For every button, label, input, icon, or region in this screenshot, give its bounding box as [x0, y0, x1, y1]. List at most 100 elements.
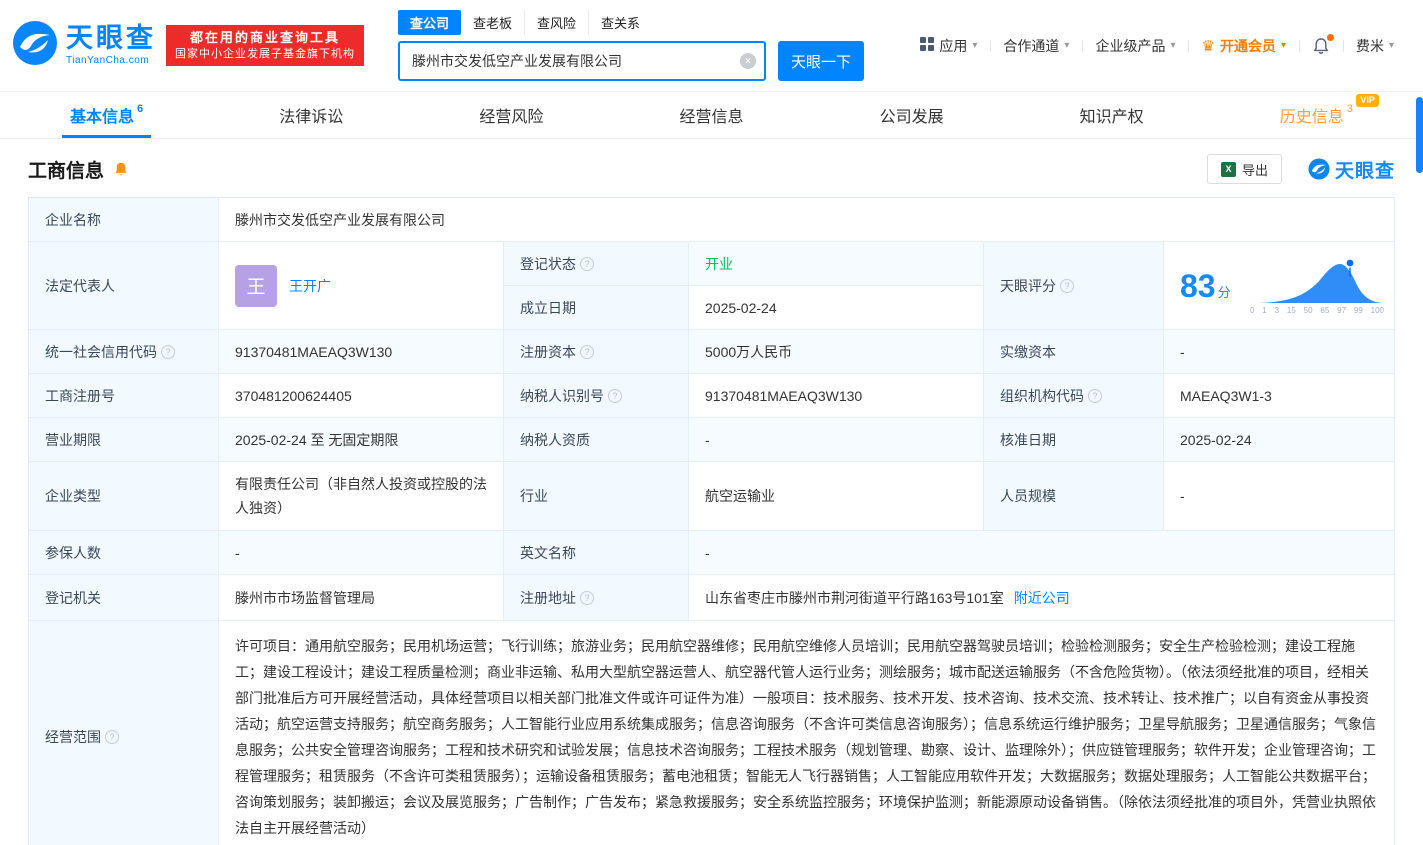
- field-value-uscc: 91370481MAEAQ3W130: [219, 330, 504, 374]
- search-tab-relation[interactable]: 查关系: [588, 10, 652, 35]
- tab-operating-risk-label: 经营风险: [479, 109, 544, 126]
- score-unit: 分: [1217, 284, 1231, 300]
- tab-history-info[interactable]: 历史信息 3 VIP: [1268, 92, 1379, 138]
- nearby-companies-link[interactable]: 附近公司: [1014, 588, 1070, 608]
- menu-open-membership[interactable]: ♛ 开通会员 ▾: [1188, 36, 1298, 56]
- tab-operating-info-label: 经营信息: [679, 109, 744, 126]
- field-value-taxpayer-quality: -: [689, 418, 984, 462]
- export-button[interactable]: X 导出: [1206, 154, 1282, 184]
- chevron-down-icon: ▾: [1280, 40, 1286, 51]
- subscribe-bell-icon[interactable]: [113, 161, 129, 177]
- table-row: 参保人数 - 英文名称 -: [29, 531, 1395, 575]
- tab-company-development[interactable]: 公司发展: [868, 92, 956, 138]
- field-label-reg-status: 登记状态 ?: [504, 242, 689, 286]
- tab-legal-proceedings[interactable]: 法律诉讼: [267, 92, 355, 138]
- field-value-term: 2025-02-24 至 无固定期限: [219, 418, 504, 462]
- table-row: 登记机关 滕州市市场监督管理局 注册地址 ? 山东省枣庄市滕州市荆河街道平行路1…: [29, 575, 1395, 621]
- clear-search-icon[interactable]: ✕: [740, 53, 756, 69]
- section-header: 工商信息 X 导出 天眼查: [0, 139, 1423, 195]
- score-distribution-chart: 0 1 3 15 50 85 97 99 100: [1250, 257, 1384, 315]
- table-row: 营业期限 2025-02-24 至 无固定期限 纳税人资质 - 核准日期 202…: [29, 418, 1395, 462]
- help-icon[interactable]: ?: [161, 344, 175, 359]
- help-icon[interactable]: ?: [580, 344, 594, 359]
- promo-badge: 都在用的商业查询工具 国家中小企业发展子基金旗下机构: [166, 25, 364, 66]
- search-tab-boss[interactable]: 查老板: [461, 10, 524, 35]
- help-icon[interactable]: ?: [1088, 388, 1102, 403]
- top-menu: 应用 ▾ 合作通道 ▾ 企业级产品 ▾ ♛ 开通会员 ▾ 费米 ▾: [907, 33, 1407, 56]
- field-value-company-type: 有限责任公司（非自然人投资或控股的法人独资）: [219, 462, 504, 531]
- notifications-button[interactable]: [1299, 33, 1343, 55]
- field-value-business-scope: 许可项目：通用航空服务；民用机场运营；飞行训练；旅游业务；民用航空器维修；民用航…: [219, 621, 1395, 845]
- field-value-taxpayer-id: 91370481MAEAQ3W130: [689, 374, 984, 418]
- field-label-insured-count: 参保人数: [29, 531, 219, 575]
- field-value-reg-no: 370481200624405: [219, 374, 504, 418]
- tab-intellectual-property[interactable]: 知识产权: [1068, 92, 1156, 138]
- search-input[interactable]: [398, 41, 766, 81]
- chevron-down-icon: ▾: [1388, 40, 1394, 51]
- field-value-industry: 航空运输业: [689, 462, 984, 531]
- tab-basic-info-label: 基本信息: [70, 109, 135, 126]
- field-label-company-name: 企业名称: [29, 198, 219, 242]
- username: 费米: [1355, 37, 1384, 54]
- field-label-est-date: 成立日期: [504, 286, 689, 330]
- tab-basic-info[interactable]: 基本信息 6: [58, 92, 155, 138]
- field-value-english-name: -: [689, 531, 1395, 575]
- field-label-term: 营业期限: [29, 418, 219, 462]
- user-menu[interactable]: 费米 ▾: [1343, 36, 1407, 56]
- help-icon[interactable]: ?: [1060, 278, 1074, 293]
- field-label-uscc: 统一社会信用代码 ?: [29, 330, 219, 374]
- table-row: 经营范围 ? 许可项目：通用航空服务；民用机场运营；飞行训练；旅游业务；民用航空…: [29, 621, 1395, 845]
- business-info-table: 企业名称 滕州市交发低空产业发展有限公司 法定代表人 王 王开广 登记状态 ? …: [28, 197, 1395, 845]
- field-label-business-scope: 经营范围 ?: [29, 621, 219, 845]
- notification-dot: [1326, 33, 1334, 41]
- menu-membership-label: 开通会员: [1219, 37, 1276, 54]
- field-value-est-date: 2025-02-24: [689, 286, 984, 330]
- field-label-reg-authority: 登记机关: [29, 575, 219, 621]
- tab-operating-risk[interactable]: 经营风险: [467, 92, 555, 138]
- chevron-down-icon: ▾: [972, 40, 978, 51]
- search-tab-risk[interactable]: 查风险: [524, 10, 588, 35]
- field-value-reg-capital: 5000万人民币: [689, 330, 984, 374]
- search-tab-company[interactable]: 查公司: [398, 10, 462, 35]
- promo-line1: 都在用的商业查询工具: [189, 30, 340, 45]
- help-icon[interactable]: ?: [580, 590, 594, 605]
- help-icon[interactable]: ?: [608, 388, 622, 403]
- field-value-legal-rep: 王 王开广: [219, 242, 504, 330]
- menu-cooperation[interactable]: 合作通道 ▾: [990, 36, 1082, 56]
- tab-operating-info[interactable]: 经营信息: [667, 92, 755, 138]
- tianyancha-logo[interactable]: 天眼查 TianYanCha.com: [12, 20, 156, 71]
- table-row: 统一社会信用代码 ? 91370481MAEAQ3W130 注册资本 ? 500…: [29, 330, 1395, 374]
- score-axis-ticks: 0 1 3 15 50 85 97 99 100: [1250, 305, 1384, 315]
- menu-enterprise-products[interactable]: 企业级产品 ▾: [1082, 36, 1188, 56]
- legal-rep-link[interactable]: 王开广: [289, 276, 331, 296]
- field-value-reg-status: 开业: [689, 242, 984, 286]
- help-icon[interactable]: ?: [105, 730, 119, 744]
- tianyancha-logo-icon: [12, 20, 58, 71]
- tab-company-development-label: 公司发展: [879, 109, 944, 126]
- chevron-down-icon: ▾: [1170, 40, 1176, 51]
- table-row: 企业类型 有限责任公司（非自然人投资或控股的法人独资） 行业 航空运输业 人员规…: [29, 462, 1395, 531]
- table-row: 法定代表人 王 王开广 登记状态 ? 开业 成立日期 2025-02-24 天眼…: [29, 242, 1395, 330]
- field-value-company-name: 滕州市交发低空产业发展有限公司: [219, 198, 1395, 242]
- tab-intellectual-property-label: 知识产权: [1079, 109, 1144, 126]
- help-icon[interactable]: ?: [580, 256, 594, 271]
- search-area: 查公司 查老板 查风险 查关系 ✕ 天眼一下: [398, 10, 864, 81]
- search-button[interactable]: 天眼一下: [778, 41, 864, 81]
- field-label-taxpayer-quality: 纳税人资质: [504, 418, 689, 462]
- logo-text: 天眼查: [66, 23, 156, 53]
- field-label-industry: 行业: [504, 462, 689, 531]
- scrollbar-thumb[interactable]: [1416, 97, 1423, 173]
- field-value-reg-authority: 滕州市市场监督管理局: [219, 575, 504, 621]
- company-detail-tabs: 基本信息 6 法律诉讼 经营风险 经营信息 公司发展 知识产权 历史信息 3 V…: [0, 92, 1423, 139]
- menu-apps[interactable]: 应用 ▾: [907, 36, 990, 56]
- table-row: 工商注册号 370481200624405 纳税人识别号 ? 91370481M…: [29, 374, 1395, 418]
- avatar: 王: [235, 264, 277, 307]
- section-title: 工商信息: [28, 160, 105, 182]
- field-value-org-code: MAEAQ3W1-3: [1164, 374, 1395, 418]
- score-number: 83: [1180, 267, 1216, 304]
- status-date-subtable: 登记状态 ? 开业 成立日期 2025-02-24: [504, 242, 984, 330]
- tianyancha-watermark-icon: [1308, 158, 1330, 180]
- field-value-approval-date: 2025-02-24: [1164, 418, 1395, 462]
- field-label-paid-capital: 实缴资本: [984, 330, 1164, 374]
- field-value-insured-count: -: [219, 531, 504, 575]
